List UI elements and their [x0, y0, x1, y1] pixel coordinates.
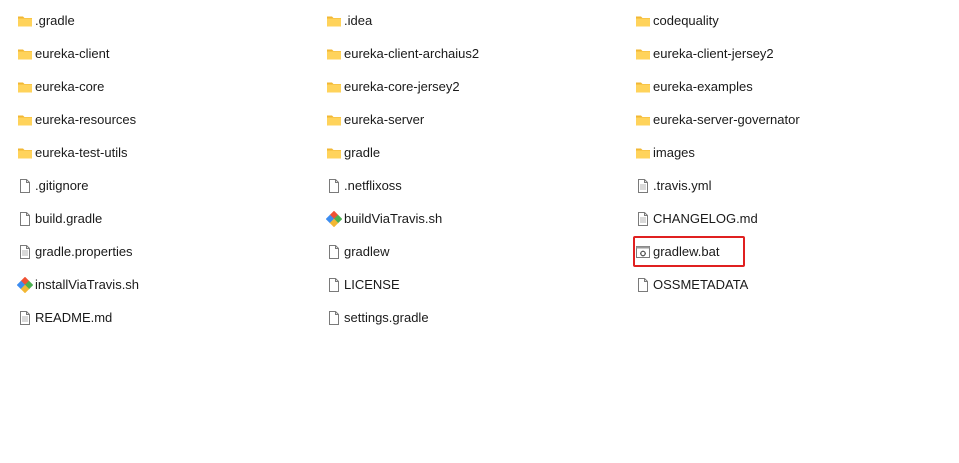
file-name: eureka-resources: [35, 112, 137, 127]
text-file-icon: [17, 310, 33, 326]
folder-icon: [635, 13, 651, 29]
file-item[interactable]: eureka-client-jersey2: [635, 43, 774, 65]
file-item[interactable]: eureka-core: [17, 76, 104, 98]
file-item[interactable]: OSSMETADATA: [635, 274, 748, 296]
git-script-icon: [325, 210, 343, 228]
file-name: eureka-client-jersey2: [653, 46, 774, 61]
file-item[interactable]: .travis.yml: [635, 175, 712, 197]
file-icon: [326, 178, 342, 194]
folder-icon: [326, 46, 342, 62]
folder-icon: [17, 79, 33, 95]
file-item[interactable]: build.gradle: [17, 208, 102, 230]
file-item[interactable]: settings.gradle: [326, 307, 429, 329]
file-name: gradlew: [344, 244, 390, 259]
file-icon: [326, 244, 342, 260]
file-name: LICENSE: [344, 277, 400, 292]
folder-icon: [17, 145, 33, 161]
folder-icon: [635, 112, 651, 128]
file-item[interactable]: README.md: [17, 307, 112, 329]
folder-icon: [326, 112, 342, 128]
file-name: .gradle: [35, 13, 75, 28]
folder-icon: [326, 145, 342, 161]
file-icon: [635, 277, 651, 293]
highlight-box: [633, 236, 745, 267]
text-file-icon: [635, 211, 651, 227]
file-item[interactable]: buildViaTravis.sh: [325, 208, 443, 230]
file-name: eureka-client: [35, 46, 110, 61]
file-name: settings.gradle: [344, 310, 429, 325]
file-item[interactable]: eureka-test-utils: [17, 142, 127, 164]
file-name: CHANGELOG.md: [653, 211, 758, 226]
file-name: build.gradle: [35, 211, 103, 226]
file-item[interactable]: eureka-client-archaius2: [326, 43, 479, 65]
folder-icon: [635, 79, 651, 95]
file-name: .gitignore: [35, 178, 89, 193]
file-name: eureka-examples: [653, 79, 753, 94]
file-item[interactable]: installViaTravis.sh: [16, 274, 140, 296]
file-name: installViaTravis.sh: [35, 277, 140, 292]
file-item[interactable]: gradle.properties: [17, 241, 133, 263]
file-item[interactable]: eureka-server-governator: [635, 109, 800, 131]
file-name: .travis.yml: [653, 178, 712, 193]
file-name: README.md: [35, 310, 113, 325]
file-name: gradle.properties: [35, 244, 133, 259]
file-name: codequality: [653, 13, 719, 28]
file-item[interactable]: eureka-resources: [17, 109, 136, 131]
file-name: .idea: [344, 13, 373, 28]
file-name: images: [653, 145, 695, 160]
file-icon: [17, 211, 33, 227]
file-item[interactable]: eureka-core-jersey2: [326, 76, 460, 98]
file-item[interactable]: eureka-server: [326, 109, 424, 131]
text-file-icon: [635, 178, 651, 194]
file-item[interactable]: .gradle: [17, 10, 75, 32]
file-name: gradle: [344, 145, 381, 160]
file-name: eureka-core-jersey2: [344, 79, 460, 94]
folder-icon: [17, 46, 33, 62]
file-icon: [326, 277, 342, 293]
file-icon: [326, 310, 342, 326]
folder-icon: [17, 13, 33, 29]
file-item[interactable]: eureka-client: [17, 43, 109, 65]
folder-icon: [635, 46, 651, 62]
file-name: eureka-core: [35, 79, 105, 94]
folder-icon: [635, 145, 651, 161]
text-file-icon: [17, 244, 33, 260]
file-item[interactable]: LICENSE: [326, 274, 400, 296]
file-icon: [17, 178, 33, 194]
git-script-icon: [16, 276, 34, 294]
file-item[interactable]: gradle: [326, 142, 380, 164]
file-name: eureka-client-archaius2: [344, 46, 480, 61]
file-name: OSSMETADATA: [653, 277, 749, 292]
file-item[interactable]: eureka-examples: [635, 76, 753, 98]
folder-icon: [326, 13, 342, 29]
file-item[interactable]: .idea: [326, 10, 372, 32]
file-list: .gradle .idea codequality eureka-client …: [0, 0, 959, 463]
file-item[interactable]: .gitignore: [17, 175, 88, 197]
file-item[interactable]: CHANGELOG.md: [635, 208, 758, 230]
file-item[interactable]: gradlew: [326, 241, 390, 263]
file-item[interactable]: codequality: [635, 10, 719, 32]
file-name: eureka-server-governator: [653, 112, 800, 127]
file-name: eureka-server: [344, 112, 425, 127]
file-name: .netflixoss: [344, 178, 402, 193]
file-item[interactable]: images: [635, 142, 695, 164]
folder-icon: [326, 79, 342, 95]
file-name: buildViaTravis.sh: [344, 211, 443, 226]
file-name: eureka-test-utils: [35, 145, 128, 160]
file-item[interactable]: .netflixoss: [326, 175, 402, 197]
folder-icon: [17, 112, 33, 128]
